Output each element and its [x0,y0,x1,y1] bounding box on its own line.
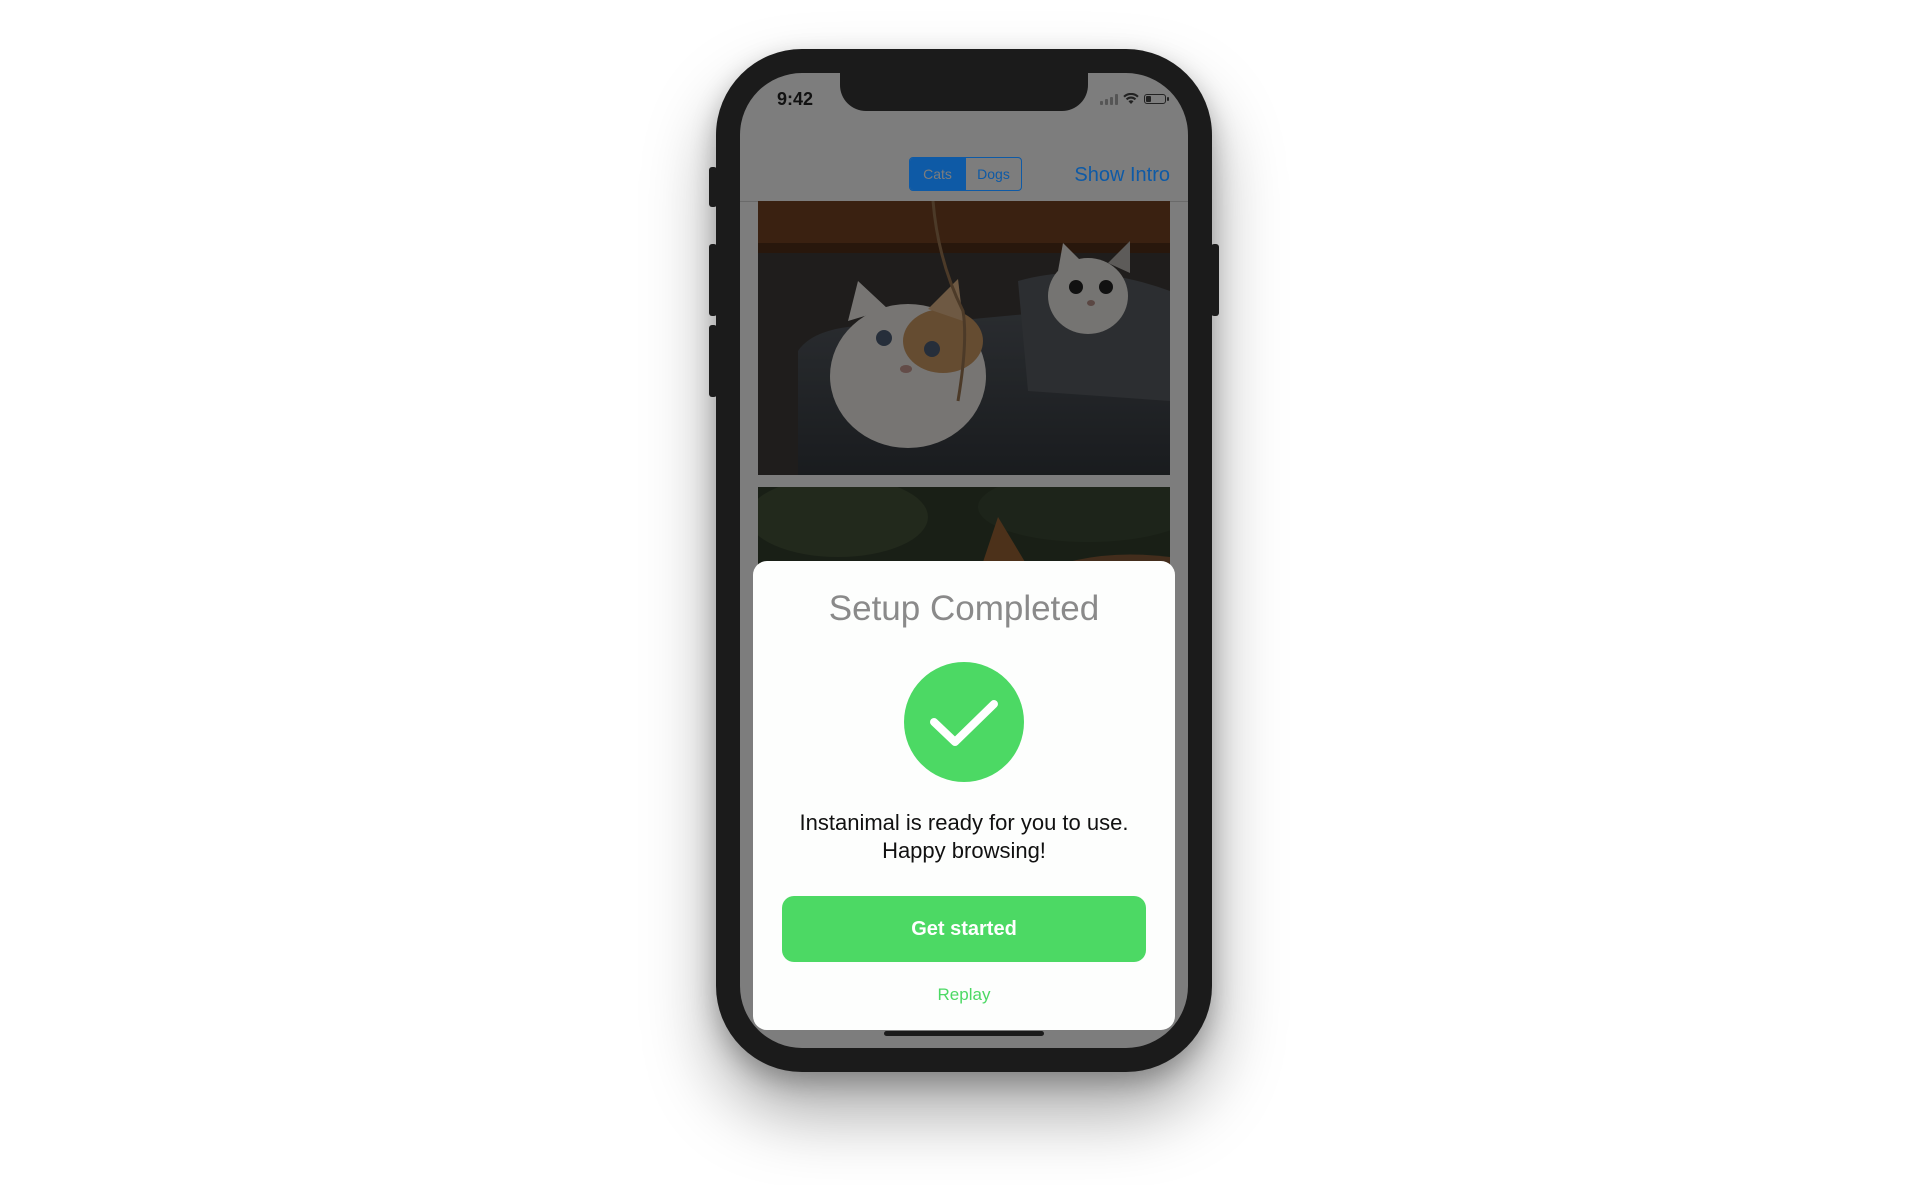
navigation-bar: Cats Dogs Show Intro [740,147,1188,202]
iphone-frame: 9:42 Cats Dogs Show Intro Setup Complete… [709,49,1219,1072]
segment-dogs[interactable]: Dogs [965,158,1021,190]
modal-message-line2: Happy browsing! [882,838,1046,863]
battery-icon [1144,94,1169,104]
kittens-in-shoe-photo[interactable] [758,201,1170,475]
modal-message-line1: Instanimal is ready for you to use. [799,810,1129,835]
checkmark-icon [904,662,1024,782]
volume-down-button [709,325,717,397]
replay-link[interactable]: Replay [753,985,1175,1005]
modal-message: Instanimal is ready for you to use. Happ… [753,809,1175,865]
phone-screen: 9:42 Cats Dogs Show Intro Setup Complete… [740,73,1188,1048]
segment-cats[interactable]: Cats [910,158,965,190]
status-time: 9:42 [777,89,814,109]
show-intro-button[interactable]: Show Intro [1074,164,1170,187]
power-button [1211,244,1219,316]
setup-completed-modal: Setup Completed Instanimal is ready for … [753,561,1175,1030]
volume-up-button [709,244,717,316]
status-icons [1100,93,1169,105]
notch [840,73,1088,111]
mute-switch [709,167,717,207]
stage: 9:42 Cats Dogs Show Intro Setup Complete… [0,0,1920,1185]
wifi-icon [1123,93,1139,104]
get-started-button[interactable]: Get started [782,896,1146,962]
modal-title: Setup Completed [828,589,1100,628]
animal-segmented-control: Cats Dogs [909,157,1022,191]
signal-icon [1100,93,1118,105]
home-indicator[interactable] [884,1031,1044,1036]
